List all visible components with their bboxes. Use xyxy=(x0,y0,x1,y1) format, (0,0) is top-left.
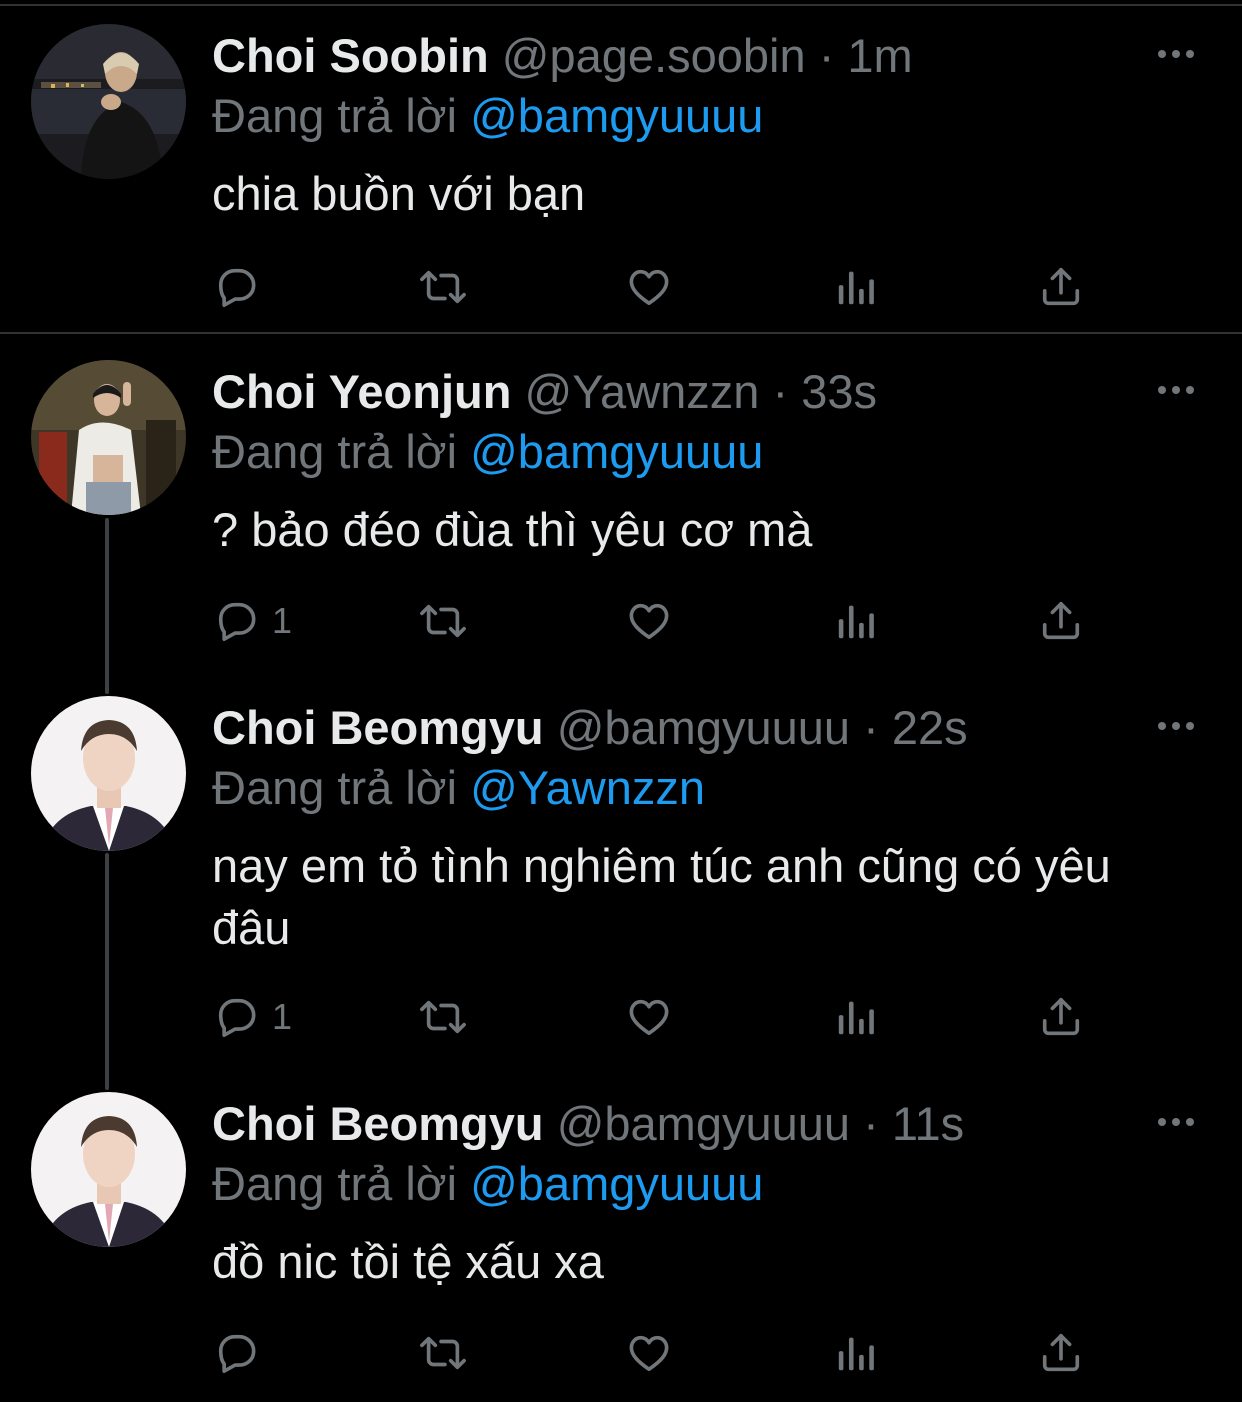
retweet-button[interactable] xyxy=(416,598,470,644)
reply-count: 1 xyxy=(272,600,293,641)
analytics-icon xyxy=(838,1001,874,1035)
reply-button[interactable]: 1 xyxy=(214,598,292,644)
separator: · xyxy=(863,701,879,754)
analytics-icon xyxy=(838,271,874,305)
retweet-icon xyxy=(420,1336,466,1370)
like-button[interactable] xyxy=(626,264,672,310)
avatar[interactable] xyxy=(31,360,186,515)
retweet-button[interactable] xyxy=(416,264,470,310)
separator: · xyxy=(863,1097,879,1150)
timestamp[interactable]: 22s xyxy=(892,701,968,754)
tweet[interactable]: Choi Soobin @page.soobin · 1m Đang trả l… xyxy=(0,0,1242,332)
share-button[interactable] xyxy=(1038,1330,1084,1376)
replying-to: Đang trả lời @bamgyuuuu xyxy=(212,1154,763,1214)
reply-icon xyxy=(218,1334,256,1374)
analytics-icon xyxy=(838,1337,874,1371)
retweet-button[interactable] xyxy=(416,994,470,1040)
like-icon xyxy=(629,1335,669,1372)
reply-count: 1 xyxy=(272,996,293,1037)
user-handle[interactable]: @page.soobin xyxy=(502,29,806,82)
reply-button[interactable] xyxy=(214,264,272,310)
tweet-text: nay em tỏ tình nghiêm túc anh cũng có yê… xyxy=(212,839,1111,954)
separator: · xyxy=(818,29,835,82)
more-options-icon[interactable] xyxy=(1158,716,1200,736)
mention-link[interactable]: @bamgyuuuu xyxy=(470,89,763,142)
retweet-icon xyxy=(420,270,466,304)
timestamp[interactable]: 11s xyxy=(892,1097,964,1150)
share-icon xyxy=(1042,1333,1080,1372)
analytics-button[interactable] xyxy=(834,264,880,310)
reply-icon xyxy=(218,268,256,308)
display-name[interactable]: Choi Yeonjun xyxy=(212,365,511,418)
mention-link[interactable]: @bamgyuuuu xyxy=(470,1157,763,1210)
analytics-button[interactable] xyxy=(834,994,880,1040)
reply-icon xyxy=(218,998,256,1038)
like-icon xyxy=(629,603,669,640)
share-icon xyxy=(1042,997,1080,1036)
share-button[interactable] xyxy=(1038,994,1084,1040)
mention-link[interactable]: @Yawnzzn xyxy=(470,761,705,814)
analytics-button[interactable] xyxy=(834,1330,880,1376)
tweet[interactable]: Choi Beomgyu @bamgyuuuu · 11s Đang trả l… xyxy=(0,1066,1242,1402)
replying-prefix: Đang trả lời xyxy=(212,89,458,142)
replying-to: Đang trả lời @bamgyuuuu xyxy=(212,86,763,146)
replying-to: Đang trả lời @Yawnzzn xyxy=(212,758,705,818)
retweet-icon xyxy=(420,604,466,638)
avatar[interactable] xyxy=(31,696,186,851)
timestamp[interactable]: 33s xyxy=(801,365,877,418)
tweet-text: chia buồn với bạn xyxy=(212,167,586,220)
replying-prefix: Đang trả lời xyxy=(212,425,458,478)
more-options-icon[interactable] xyxy=(1158,1112,1200,1132)
analytics-button[interactable] xyxy=(834,598,880,644)
tweet-header: Choi Yeonjun @Yawnzzn · 33s xyxy=(212,362,877,422)
analytics-icon xyxy=(838,605,874,639)
display-name[interactable]: Choi Soobin xyxy=(212,29,489,82)
reply-button[interactable]: 1 xyxy=(214,994,292,1040)
avatar[interactable] xyxy=(31,24,186,179)
replying-prefix: Đang trả lời xyxy=(212,1157,458,1210)
display-name[interactable]: Choi Beomgyu xyxy=(212,701,544,754)
user-handle[interactable]: @bamgyuuuu xyxy=(557,701,850,754)
like-button[interactable] xyxy=(626,598,672,644)
tweet-header: Choi Beomgyu @bamgyuuuu · 11s xyxy=(212,1094,964,1154)
like-button[interactable] xyxy=(626,994,672,1040)
share-button[interactable] xyxy=(1038,598,1084,644)
share-button[interactable] xyxy=(1038,264,1084,310)
like-icon xyxy=(629,269,669,306)
replying-prefix: Đang trả lời xyxy=(212,761,458,814)
share-icon xyxy=(1042,267,1080,306)
replying-to: Đang trả lời @bamgyuuuu xyxy=(212,422,763,482)
share-icon xyxy=(1042,601,1080,640)
timestamp[interactable]: 1m xyxy=(847,29,912,82)
more-options-icon[interactable] xyxy=(1158,380,1200,400)
like-icon xyxy=(629,999,669,1036)
user-handle[interactable]: @bamgyuuuu xyxy=(557,1097,850,1150)
tweet[interactable]: Choi Yeonjun @Yawnzzn · 33s Đang trả lời… xyxy=(0,334,1242,668)
tweet[interactable]: Choi Beomgyu @bamgyuuuu · 22s Đang trả l… xyxy=(0,670,1242,1065)
tweet-header: Choi Soobin @page.soobin · 1m xyxy=(212,26,913,86)
retweet-button[interactable] xyxy=(416,1330,470,1376)
avatar[interactable] xyxy=(31,1092,186,1247)
reply-button[interactable] xyxy=(214,1330,272,1376)
display-name[interactable]: Choi Beomgyu xyxy=(212,1097,544,1150)
more-options-icon[interactable] xyxy=(1158,44,1200,64)
mention-link[interactable]: @bamgyuuuu xyxy=(470,425,763,478)
retweet-icon xyxy=(420,1000,466,1034)
tweet-header: Choi Beomgyu @bamgyuuuu · 22s xyxy=(212,698,968,758)
separator: · xyxy=(772,365,789,418)
reply-icon xyxy=(218,602,256,642)
user-handle[interactable]: @Yawnzzn xyxy=(524,365,759,418)
tweet-text: đồ nic tồi tệ xấu xa xyxy=(212,1235,604,1288)
like-button[interactable] xyxy=(626,1330,672,1376)
tweet-text: ? bảo đéo đùa thì yêu cơ mà xyxy=(212,503,813,556)
